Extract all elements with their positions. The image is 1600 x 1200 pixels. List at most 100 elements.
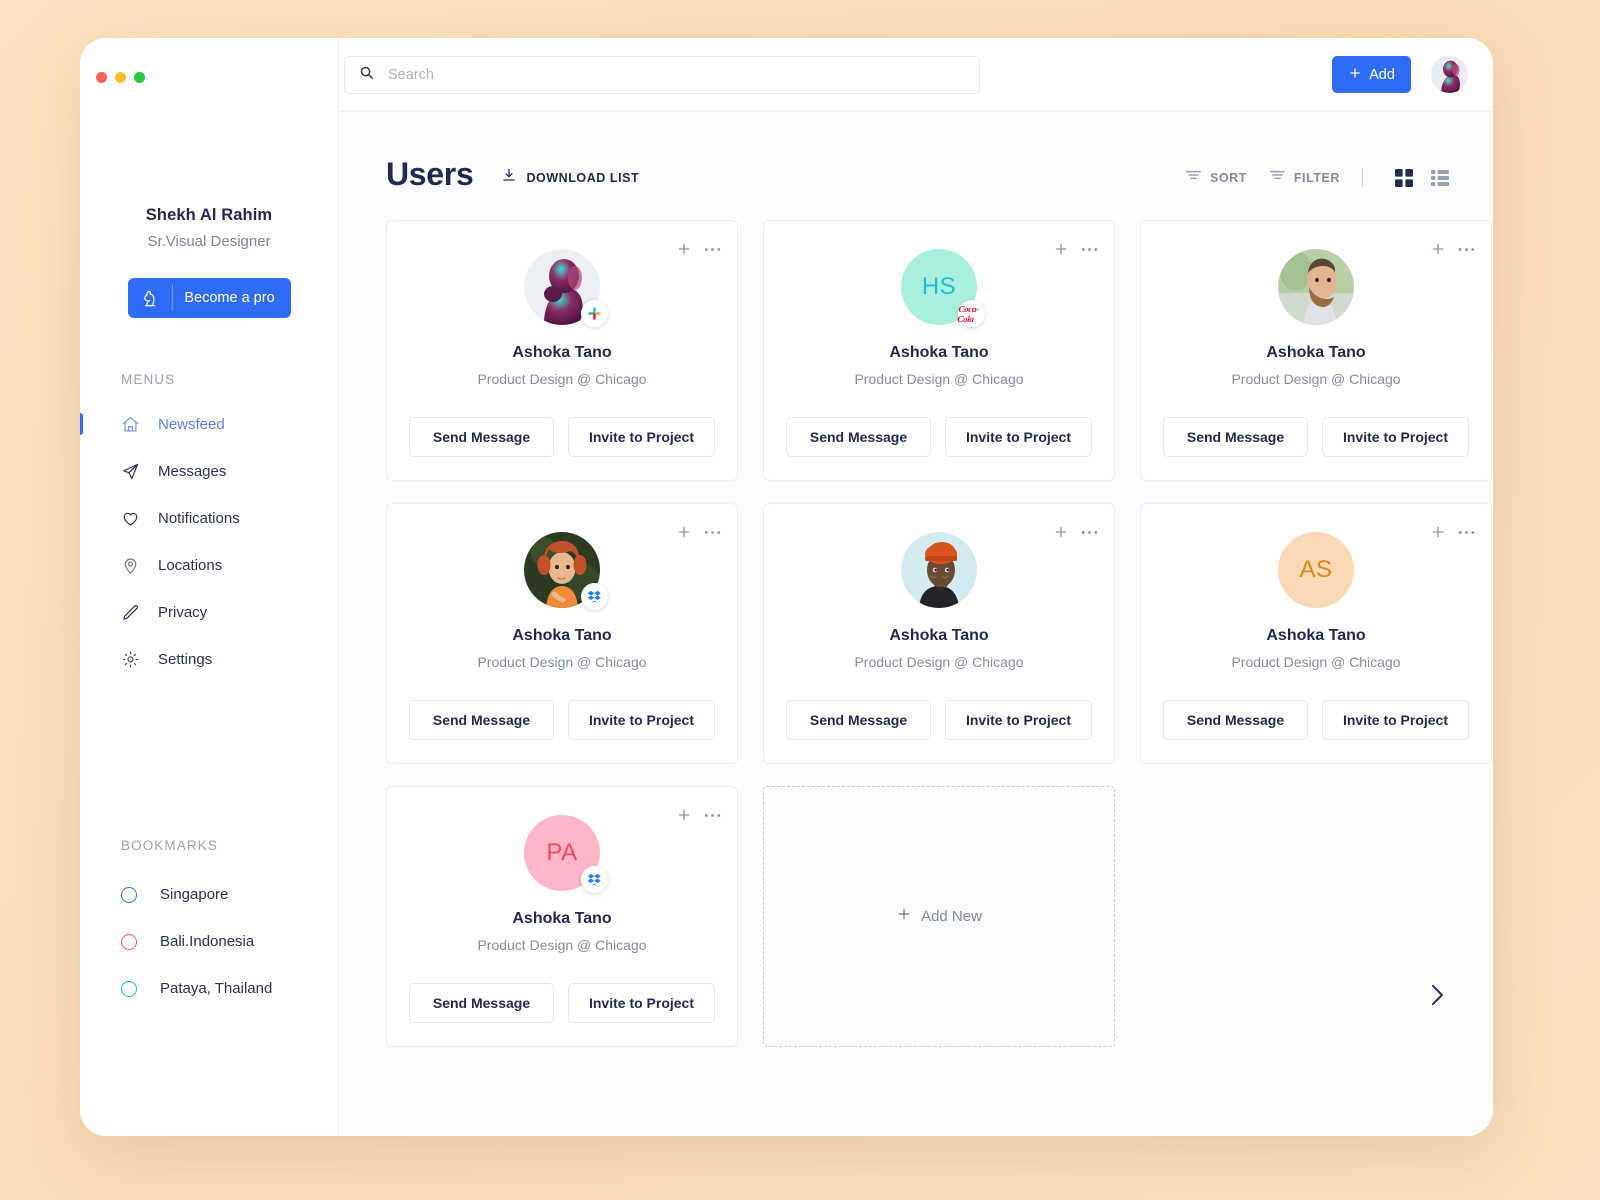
- sidebar-item-label: Messages: [158, 463, 227, 480]
- avatar-wrap: [524, 532, 608, 610]
- grid-view-icon[interactable]: [1395, 168, 1413, 187]
- plus-icon[interactable]: [1430, 241, 1446, 257]
- search-input[interactable]: [388, 66, 965, 83]
- pencil-icon: [121, 603, 149, 622]
- more-horizontal-icon[interactable]: [704, 813, 721, 818]
- bookmark-item-singapore[interactable]: Singapore: [80, 871, 338, 918]
- more-horizontal-icon[interactable]: [1081, 247, 1098, 252]
- send-message-button[interactable]: Send Message: [1163, 700, 1308, 740]
- user-card[interactable]: Ashoka Tano Product Design @ Chicago Sen…: [386, 220, 738, 481]
- more-horizontal-icon[interactable]: [1081, 530, 1098, 535]
- card-buttons: Send Message Invite to Project: [409, 417, 715, 457]
- user-card[interactable]: Ashoka Tano Product Design @ Chicago Sen…: [1140, 220, 1492, 481]
- become-a-pro-button[interactable]: Become a pro: [127, 278, 291, 318]
- plus-icon: [1348, 66, 1362, 84]
- card-buttons: Send Message Invite to Project: [409, 700, 715, 740]
- plus-icon[interactable]: [1430, 524, 1446, 540]
- top-bar: Add: [339, 38, 1493, 112]
- plus-icon[interactable]: [676, 807, 692, 823]
- avatar-wrap: [524, 249, 608, 327]
- user-card[interactable]: Ashoka Tano Product Design @ Chicago Sen…: [763, 503, 1115, 764]
- sidebar-item-newsfeed[interactable]: Newsfeed: [80, 401, 338, 448]
- page-header: Users DOWNLOAD LIST SORT FILTER: [339, 112, 1493, 193]
- sort-label: SORT: [1209, 170, 1247, 185]
- user-card[interactable]: HS Coca-Cola Ashoka Tano Product Design …: [763, 220, 1115, 481]
- bookmark-item-bali[interactable]: Bali.Indonesia: [80, 918, 338, 965]
- user-name: Ashoka Tano: [512, 344, 612, 361]
- sidebar-item-label: Locations: [158, 557, 223, 574]
- chevron-right-icon[interactable]: [1430, 984, 1445, 1011]
- avatar[interactable]: [1431, 56, 1468, 93]
- card-actions: [676, 807, 721, 823]
- send-message-button[interactable]: Send Message: [786, 417, 931, 457]
- download-list-button[interactable]: DOWNLOAD LIST: [501, 167, 639, 188]
- bookmark-ring-icon: [121, 933, 137, 950]
- plus-icon[interactable]: [1053, 241, 1069, 257]
- plus-icon[interactable]: [676, 524, 692, 540]
- add-button[interactable]: Add: [1332, 56, 1411, 93]
- invite-to-project-button[interactable]: Invite to Project: [568, 983, 715, 1023]
- close-icon[interactable]: [96, 71, 107, 83]
- app-window: Shekh Al Rahim Sr.Visual Designer Become…: [80, 38, 1493, 1136]
- sidebar-item-label: Privacy: [158, 604, 208, 621]
- send-message-button[interactable]: Send Message: [409, 700, 554, 740]
- search-box[interactable]: [344, 55, 980, 94]
- plus-icon[interactable]: [1053, 524, 1069, 540]
- more-horizontal-icon[interactable]: [1458, 247, 1475, 252]
- avatar: [1278, 249, 1354, 325]
- send-message-button[interactable]: Send Message: [1163, 417, 1308, 457]
- coca-cola-icon: Coca-Cola: [957, 300, 985, 327]
- bookmarks-section-title: BOOKMARKS: [121, 838, 218, 853]
- add-new-card[interactable]: Add New: [763, 786, 1115, 1047]
- card-buttons: Send Message Invite to Project: [786, 700, 1092, 740]
- sort-button[interactable]: SORT: [1185, 168, 1247, 187]
- plus-icon[interactable]: [676, 241, 692, 257]
- menus-section-title: MENUS: [121, 372, 176, 387]
- more-horizontal-icon[interactable]: [704, 247, 721, 252]
- invite-to-project-button[interactable]: Invite to Project: [568, 417, 715, 457]
- bookmark-label: Bali.Indonesia: [160, 933, 255, 950]
- filter-label: FILTER: [1293, 170, 1340, 185]
- maximize-icon[interactable]: [134, 71, 145, 83]
- invite-to-project-button[interactable]: Invite to Project: [945, 700, 1092, 740]
- send-message-button[interactable]: Send Message: [409, 417, 554, 457]
- plus-icon: [896, 906, 912, 927]
- filter-button[interactable]: FILTER: [1269, 168, 1340, 187]
- card-buttons: Send Message Invite to Project: [1163, 417, 1469, 457]
- sidebar-menu: Newsfeed Messages Notifications Location…: [80, 401, 338, 683]
- user-subtitle: Product Design @ Chicago: [1231, 654, 1401, 670]
- heart-icon: [121, 509, 149, 528]
- sidebar-item-privacy[interactable]: Privacy: [80, 589, 338, 636]
- sidebar-item-settings[interactable]: Settings: [80, 636, 338, 683]
- invite-to-project-button[interactable]: Invite to Project: [1322, 417, 1469, 457]
- sidebar-item-locations[interactable]: Locations: [80, 542, 338, 589]
- user-name: Ashoka Tano: [512, 910, 612, 927]
- minimize-icon[interactable]: [115, 71, 126, 83]
- user-card[interactable]: Ashoka Tano Product Design @ Chicago Sen…: [386, 503, 738, 764]
- sidebar-item-messages[interactable]: Messages: [80, 448, 338, 495]
- bookmark-item-pataya[interactable]: Pataya, Thailand: [80, 965, 338, 1012]
- become-a-pro-label: Become a pro: [184, 290, 275, 306]
- profile-name: Shekh Al Rahim: [145, 206, 273, 224]
- more-horizontal-icon[interactable]: [1458, 530, 1475, 535]
- list-view-icon[interactable]: [1431, 169, 1449, 187]
- bookmarks-list: Singapore Bali.Indonesia Pataya, Thailan…: [80, 871, 338, 1012]
- dropbox-icon: [581, 866, 608, 893]
- invite-to-project-button[interactable]: Invite to Project: [568, 700, 715, 740]
- user-card[interactable]: AS Ashoka Tano Product Design @ Chicago …: [1140, 503, 1492, 764]
- bookmark-label: Pataya, Thailand: [160, 980, 273, 997]
- slack-icon: [581, 300, 608, 327]
- invite-to-project-button[interactable]: Invite to Project: [945, 417, 1092, 457]
- bookmark-ring-icon: [121, 886, 137, 903]
- sidebar-item-notifications[interactable]: Notifications: [80, 495, 338, 542]
- more-horizontal-icon[interactable]: [704, 530, 721, 535]
- card-buttons: Send Message Invite to Project: [1163, 700, 1469, 740]
- invite-to-project-button[interactable]: Invite to Project: [1322, 700, 1469, 740]
- avatar: [901, 532, 977, 608]
- page-toolbar: SORT FILTER: [1163, 168, 1449, 187]
- send-message-button[interactable]: Send Message: [786, 700, 931, 740]
- avatar-wrap: AS: [1278, 532, 1354, 608]
- user-card[interactable]: PA Ashoka Tano Product Design @ Chicago …: [386, 786, 738, 1047]
- send-message-button[interactable]: Send Message: [409, 983, 554, 1023]
- sidebar-profile: Shekh Al Rahim Sr.Visual Designer Become…: [80, 206, 338, 318]
